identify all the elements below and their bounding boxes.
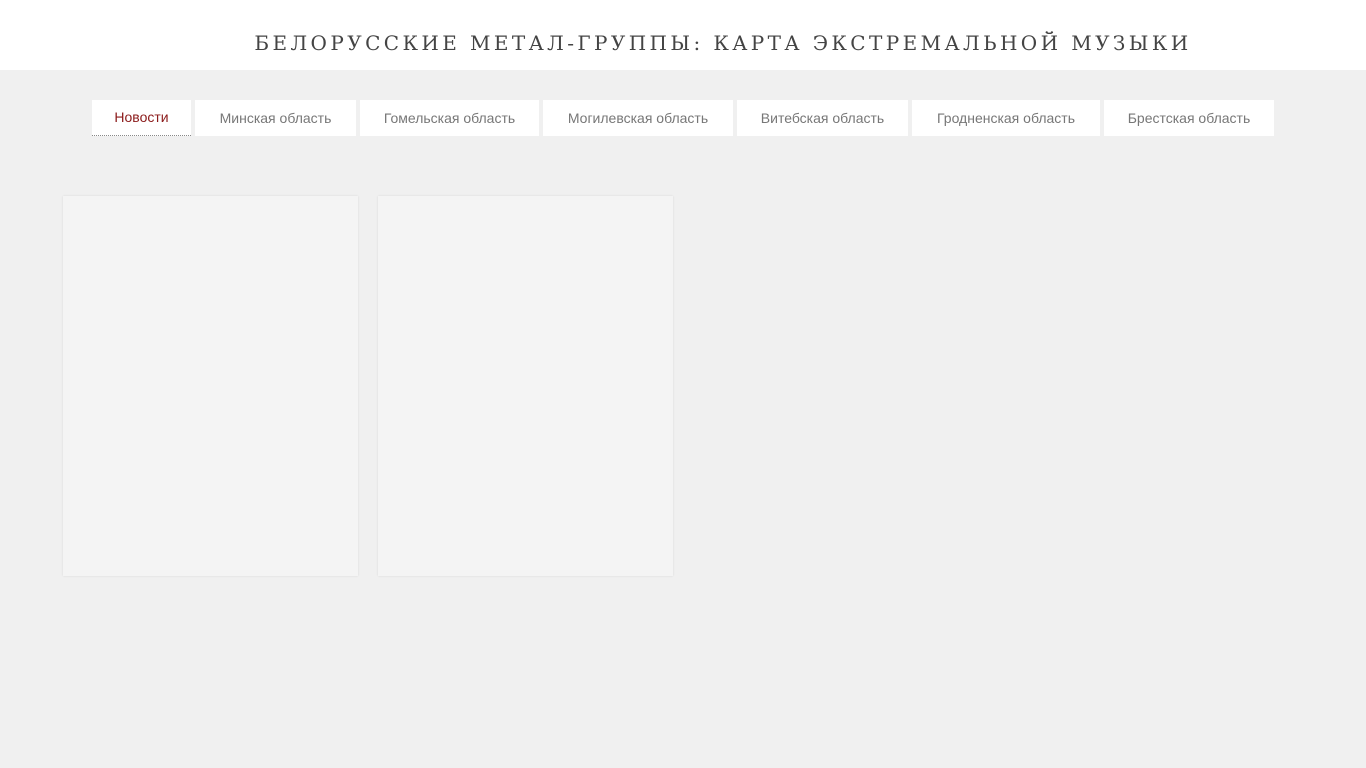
tab-mogilev-region[interactable]: Могилевская область xyxy=(543,100,733,136)
tab-minsk-region[interactable]: Минская область xyxy=(195,100,356,136)
tab-brest-region[interactable]: Брестская область xyxy=(1104,100,1274,136)
tab-news[interactable]: Новости xyxy=(92,100,191,136)
tab-grodno-region[interactable]: Гродненская область xyxy=(912,100,1100,136)
site-header: БЕЛОРУССКИЕ МЕТАЛ-ГРУППЫ: КАРТА ЭКСТРЕМА… xyxy=(0,0,1366,70)
news-card[interactable] xyxy=(63,196,358,576)
tab-gomel-region[interactable]: Гомельская область xyxy=(360,100,539,136)
news-card[interactable] xyxy=(378,196,673,576)
tab-vitebsk-region[interactable]: Витебская область xyxy=(737,100,908,136)
site-title[interactable]: БЕЛОРУССКИЕ МЕТАЛ-ГРУППЫ: КАРТА ЭКСТРЕМА… xyxy=(0,30,1366,56)
